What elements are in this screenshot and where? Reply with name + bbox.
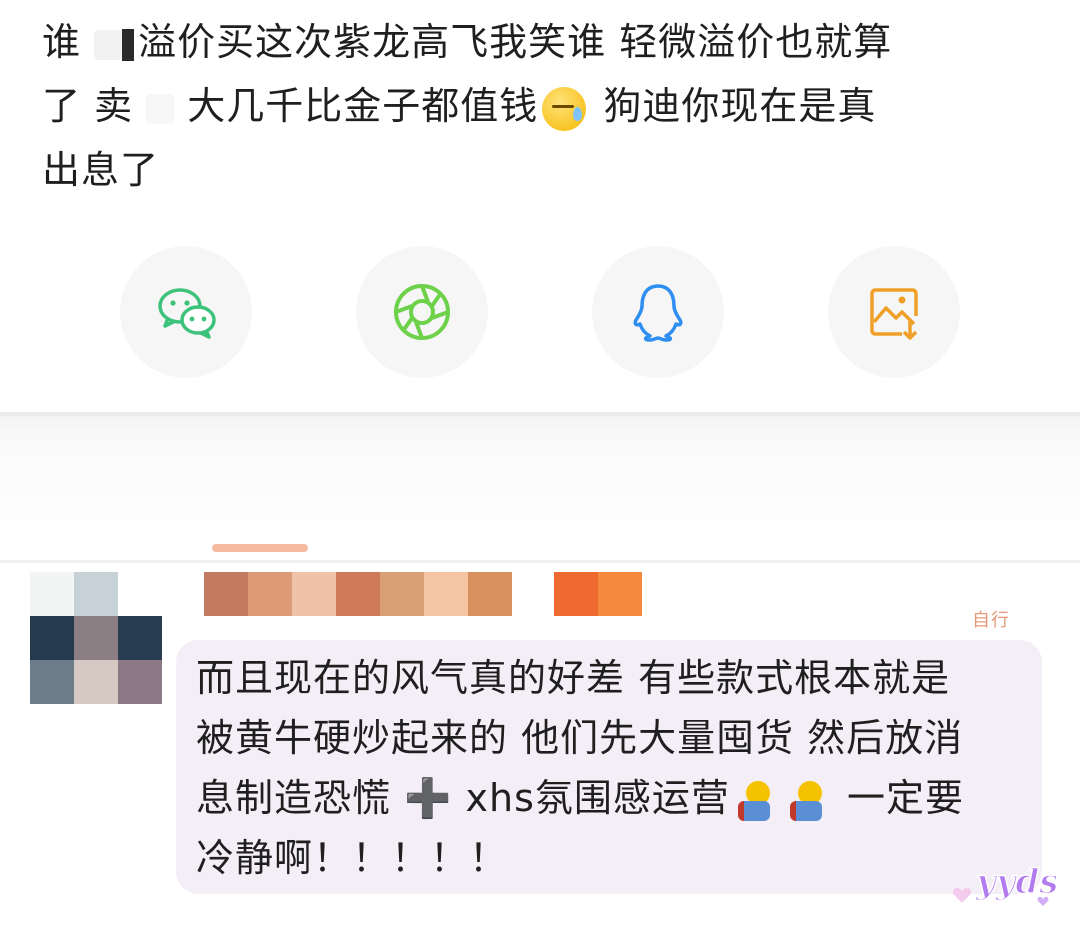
- faint-tag-text: 自行: [972, 610, 1010, 631]
- section-divider: [0, 412, 1080, 552]
- username-pixel: [336, 572, 380, 616]
- avatar-pixel: [30, 616, 74, 660]
- moments-icon: [394, 284, 450, 340]
- username-pixel: [248, 572, 292, 616]
- badge-pixel: [554, 572, 598, 616]
- save-image-button[interactable]: [828, 246, 960, 378]
- top-comment-line-3: 出息了: [42, 148, 160, 192]
- reply-line-2: 被黄牛硬炒起来的 他们先大量囤货 然后放消: [196, 716, 964, 760]
- avatar-pixel: [118, 660, 162, 704]
- username-pixel: [468, 572, 512, 616]
- walking-person-emoji-icon: [788, 779, 828, 823]
- avatar-pixel: [74, 572, 118, 616]
- avatar-pixel: [30, 660, 74, 704]
- username-pixel: [380, 572, 424, 616]
- redaction-bar: [122, 28, 135, 61]
- svg-text:yyds: yyds: [975, 862, 1056, 902]
- share-qq-button[interactable]: [592, 246, 724, 378]
- share-options-row: [0, 246, 1080, 378]
- reply-line-3: 息制造恐慌 ➕ xhs氛围感运营 一定要: [196, 768, 1026, 828]
- avatar-pixel: [118, 616, 162, 660]
- share-wechat-button[interactable]: [120, 246, 252, 378]
- tab-indicator: [212, 544, 308, 552]
- avatar-pixel: [118, 572, 162, 616]
- redaction-blur: [94, 29, 123, 60]
- badge-pixel: [598, 572, 642, 616]
- share-moments-button[interactable]: [356, 246, 488, 378]
- top-comment-text-segment: 了 卖: [42, 84, 134, 128]
- avatar-pixel: [74, 660, 118, 704]
- redaction-blur: [146, 93, 175, 124]
- reply-text: 而且现在的风气真的好差 有些款式根本就是 被黄牛硬炒起来的 他们先大量囤货 然后…: [196, 648, 1026, 888]
- sweat-face-emoji-icon: [542, 86, 587, 131]
- user-badge-redacted: [554, 572, 642, 616]
- avatar-pixel: [30, 572, 74, 616]
- username-pixel: [424, 572, 468, 616]
- qq-icon: [633, 284, 683, 342]
- divider-line: [0, 412, 1080, 416]
- username-pixel: [292, 572, 336, 616]
- save-image-icon: [870, 288, 918, 340]
- avatar-pixel: [74, 616, 118, 660]
- top-comment-word: 谁: [42, 20, 82, 64]
- top-comment-text: 谁 溢价买这次紫龙高飞我笑谁 轻微溢价也就算 了 卖 大几千比金子都值钱 狗迪你…: [42, 10, 1042, 202]
- plus-icon: ➕: [404, 776, 453, 820]
- yyds-watermark: yyds: [952, 861, 1056, 906]
- reply-line-4: 冷静啊！！！！！: [196, 836, 509, 880]
- top-comment-line-1: 谁 溢价买这次紫龙高飞我笑谁 轻微溢价也就算: [42, 10, 1042, 74]
- separator: [0, 560, 1080, 563]
- reply-text-segment: 一定要: [833, 776, 964, 820]
- reply-text-segment: xhs氛围感运营: [452, 776, 730, 820]
- walking-person-emoji-icon: [736, 779, 776, 823]
- reply-line-1: 而且现在的风气真的好差 有些款式根本就是: [196, 656, 951, 700]
- top-comment-text-segment: 狗迪你现在是真: [590, 84, 877, 128]
- top-comment-text-segment: 大几千比金子都值钱: [187, 84, 539, 128]
- username-redacted[interactable]: [204, 572, 512, 616]
- top-comment-text-segment: 溢价买这次紫龙高飞我笑谁 轻微溢价也就算: [138, 20, 893, 64]
- wechat-icon: [158, 288, 216, 339]
- top-comment-line-2: 了 卖 大几千比金子都值钱 狗迪你现在是真: [42, 74, 1042, 138]
- reply-text-segment: 息制造恐慌: [196, 776, 405, 820]
- username-pixel: [204, 572, 248, 616]
- avatar[interactable]: [30, 572, 162, 704]
